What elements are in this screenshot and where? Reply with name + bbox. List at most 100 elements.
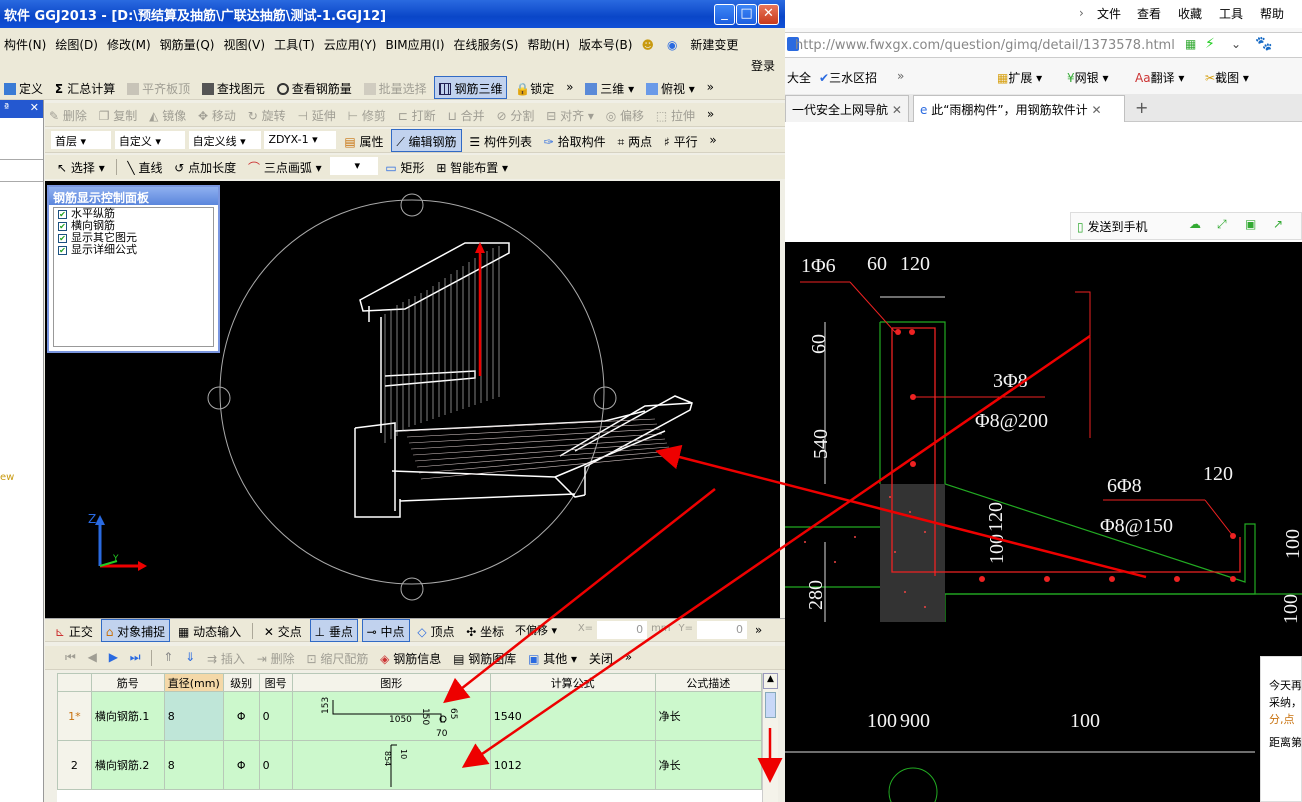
diameter-cell[interactable]: 8 [163,740,224,790]
delete-button[interactable]: ✎ 删除 [45,103,91,126]
figure-no-cell[interactable]: 0 [258,740,293,790]
copy-button[interactable]: ❐ 复制 [95,103,142,126]
prev-record-button[interactable]: ◀ [84,646,101,669]
mirror-button[interactable]: ◭ 镜像 [145,103,190,126]
tab-navigation[interactable]: 一代安全上网导航 ✕ [785,95,909,122]
object-snap-toggle[interactable]: ⌂ 对象捕捉 [100,619,171,642]
ortho-toggle[interactable]: ⊾ 正交 [51,619,97,642]
menu-online[interactable]: 在线服务(S) [450,32,524,53]
properties-button[interactable]: ▤ 属性 [340,129,387,152]
detail-formula-checkbox[interactable]: ✔ 显示详细公式 [54,244,213,256]
stretch-button[interactable]: ⬚ 拉伸 [652,103,699,126]
menu-cloud[interactable]: 云应用(Y) [320,32,382,53]
url-input[interactable]: http://www.fwxgx.com/question/gimq/detai… [795,38,1185,53]
description-cell[interactable]: 净长 [654,740,763,790]
browser-menu-help[interactable]: 帮助 [1260,5,1284,22]
top-view-dropdown[interactable]: 俯视 ▾ [642,76,699,99]
diameter-cell[interactable]: 8 [163,691,224,741]
toolbar-overflow-6[interactable]: » [621,646,636,669]
split-button[interactable]: ⊘ 分割 [492,103,538,126]
browser-menu-file[interactable]: 文件 [1097,5,1121,22]
login-link[interactable]: 登录 [751,57,775,74]
menu-help[interactable]: 帮助(H) [523,32,574,53]
strip-close-icon[interactable]: ✕ [30,101,39,114]
two-point-button[interactable]: ⌗ 两点 [614,129,657,152]
view-3d-dropdown[interactable]: 三维 ▾ [581,76,638,99]
x-coord-input[interactable]: 0 [597,621,648,639]
menu-rebar[interactable]: 钢筋量(Q) [156,32,220,53]
minimize-button[interactable]: _ [714,4,735,25]
translate-button[interactable]: Aa翻译 ▾ [1135,69,1184,86]
scale-rebar-button[interactable]: ⊡ 缩尺配筋 [302,646,372,669]
netbank-button[interactable]: ¥网银 ▾ [1067,69,1109,86]
bookmark-all[interactable]: 大全 [787,69,811,86]
extend-button[interactable]: ⊣ 延伸 [293,103,339,126]
grid-delete-button[interactable]: ⇥ 删除 [253,646,299,669]
toolbar-overflow-2[interactable]: » [703,76,718,99]
y-coord-input[interactable]: 0 [697,621,748,639]
offset-button[interactable]: ◎ 偏移 [602,103,648,126]
rebar-library-button[interactable]: ▤ 钢筋图库 [449,646,520,669]
align-slab-top-button[interactable]: 平齐板顶 [123,76,194,99]
tab-question[interactable]: e 此“雨棚构件”，用钢筋软件计 ✕ [913,95,1125,122]
shape-cell[interactable]: 10 854 [291,740,491,790]
break-button[interactable]: ⊏ 打断 [394,103,440,126]
smart-layout-button[interactable]: ⊞ 智能布置 ▾ [432,155,512,178]
batch-select-button[interactable]: 批量选择 [360,76,431,99]
baidu-paw-icon[interactable]: 🐾 [1255,36,1272,52]
shape-cell[interactable]: 153 1050 150 65 70 [291,691,491,741]
rebar-info-button[interactable]: ◈ 钢筋信息 [376,646,445,669]
menu-new-change[interactable]: ◉ 新建变更 [659,28,748,53]
last-record-button[interactable]: ⏭ [126,646,145,669]
midpoint-snap[interactable]: ⊸ 中点 [361,619,410,642]
share-icon[interactable]: ↗ [1273,217,1283,231]
bookmark-more[interactable]: » [897,69,904,83]
cloud-icon[interactable]: ☁ [1189,217,1201,231]
toolbar-overflow-4[interactable]: » [705,129,720,152]
browser-menu-view[interactable]: 查看 [1137,5,1161,22]
close-button[interactable]: ✕ [758,4,779,25]
table-row[interactable]: 1* 横向钢筋.1 8 Φ 0 153 1050 150 65 70 1540 … [57,691,763,741]
browser-menu-favorites[interactable]: 收藏 [1178,5,1202,22]
select-dropdown[interactable]: ↖ 选择 ▾ [53,155,109,178]
other-dropdown[interactable]: ▣ 其他 ▾ [524,646,581,669]
pick-component-button[interactable]: ✑ 拾取构件 [540,129,610,152]
menu-bim[interactable]: BIM应用(I) [381,32,449,53]
send-to-phone-button[interactable]: ▯ 发送到手机 [1077,218,1147,235]
toolbar-overflow[interactable]: » [562,76,577,99]
bar-name-cell[interactable]: 横向钢筋.1 [90,691,165,741]
menu-draw[interactable]: 绘图(D) [51,32,103,53]
edit-rebar-button[interactable]: ⟋ 编辑钢筋 [391,129,462,152]
strip-item[interactable] [0,160,43,182]
lightning-icon[interactable]: ⚡ [1205,36,1215,52]
close-grid-button[interactable]: 关闭 [585,646,617,669]
formula-cell[interactable]: 1012 [489,740,656,790]
dynamic-input-toggle[interactable]: ▦ 动态输入 [174,619,245,642]
description-cell[interactable]: 净长 [654,691,763,741]
first-record-button[interactable]: ⏮ [61,646,80,669]
strip-item[interactable] [0,138,43,160]
line-button[interactable]: ╲ 直线 [123,155,166,178]
tab-close-icon[interactable]: ✕ [1091,103,1101,117]
intersection-snap[interactable]: ✕ 交点 [260,619,306,642]
formula-cell[interactable]: 1540 [489,691,656,741]
url-dropdown-icon[interactable]: ⌄ [1231,37,1241,51]
merge-button[interactable]: ⊔ 合并 [443,103,488,126]
scroll-thumb[interactable] [765,692,776,718]
summary-calc-button[interactable]: Σ 汇总计算 [51,76,119,99]
save-icon[interactable]: ▣ [1245,217,1256,231]
offset-mode-select[interactable]: 不偏移 ▾ [512,621,570,639]
helmet-icon[interactable]: ☻ [637,34,659,52]
browser-menu-tools[interactable]: 工具 [1219,5,1243,22]
lock-button[interactable]: 🔒锁定 [511,76,558,99]
extension-button[interactable]: ▦扩展 ▾ [997,69,1042,86]
scroll-up-arrow[interactable]: ▲ [763,673,778,689]
find-element-button[interactable]: 查找图元 [198,76,269,99]
menu-view[interactable]: 视图(V) [219,32,270,53]
move-down-button[interactable]: ⇓ [181,646,199,669]
toolbar-overflow-3[interactable]: » [703,103,718,126]
new-tab-button[interactable]: + [1135,98,1148,117]
rebar-3d-button[interactable]: 钢筋三维 [434,76,508,99]
grade-cell[interactable]: Φ [222,740,260,790]
trim-button[interactable]: ⊢ 修剪 [344,103,390,126]
